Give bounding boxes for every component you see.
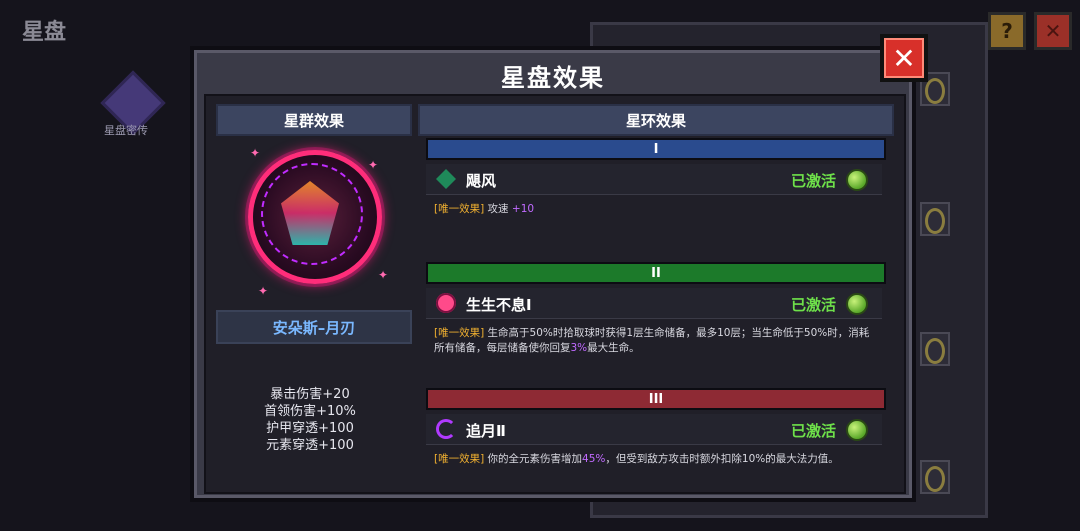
skill-name: 飓风 xyxy=(466,172,497,190)
constellation-name: 安朵斯–月刃 xyxy=(216,310,412,344)
wind-icon xyxy=(436,169,456,189)
sparkle-icon: ✦ xyxy=(250,146,261,160)
unique-effect-tag: [唯一效果] xyxy=(434,453,485,465)
desc-text: 你的全元素伤害增加 xyxy=(487,453,583,465)
moon-icon xyxy=(436,419,456,439)
unique-effect-tag: [唯一效果] xyxy=(434,327,485,339)
constellation-emblem-icon xyxy=(248,150,382,284)
desc-highlight: 3% xyxy=(570,342,588,354)
sparkle-icon: ✦ xyxy=(258,284,269,298)
unique-effect-tag: [唯一效果] xyxy=(434,203,485,215)
background-close-button[interactable]: ✕ xyxy=(1034,12,1072,50)
help-button[interactable]: ? xyxy=(988,12,1026,50)
sparkle-icon: ✦ xyxy=(378,268,389,282)
ring-effect-row[interactable]: 飓风 已激活 xyxy=(426,164,882,195)
status-label: 已激活 xyxy=(790,172,836,190)
coin-slot-icon xyxy=(920,460,950,494)
desc-highlight: 45% xyxy=(582,453,606,465)
desc-highlight: +10 xyxy=(511,203,535,215)
effect-description: [唯一效果] 你的全元素伤害增加45%，但受到敌方攻击时额外扣除10%的最大法力… xyxy=(434,452,874,467)
status-label: 已激活 xyxy=(790,296,836,314)
skill-name: 生生不息Ⅰ xyxy=(466,296,532,314)
ring-effects-panel: 星环效果 I 飓风 已激活 [唯一效果] 攻速 +10 II 生生不息Ⅰ 已激活 xyxy=(418,98,900,488)
effect-description: [唯一效果] 生命高于50%时拾取球时获得1层生命储备，最多10层；当生命低于5… xyxy=(434,326,874,356)
constellation-stats: 暴击伤害+20 首领伤害+10% 护甲穿透+100 元素穿透+100 xyxy=(208,386,412,454)
dialog-body: 星群效果 ✦ ✦ ✦ ✦ 安朵斯–月刃 暴击伤害+20 首领伤害+10% 护甲穿… xyxy=(204,94,906,494)
active-indicator-icon xyxy=(846,293,868,315)
tier-banner-1: I xyxy=(426,138,886,160)
stat-line: 首领伤害+10% xyxy=(264,404,356,419)
stat-line: 护甲穿透+100 xyxy=(266,421,354,436)
tier-banner-2: II xyxy=(426,262,886,284)
sparkle-icon: ✦ xyxy=(368,158,379,172)
ring-effect-row[interactable]: 追月Ⅱ 已激活 xyxy=(426,414,882,445)
dialog-title: 星盘效果 xyxy=(501,64,605,92)
flower-icon xyxy=(436,293,456,313)
coin-slot-icon xyxy=(920,332,950,366)
ring-effects-header: 星环效果 xyxy=(418,104,894,136)
status-label: 已激活 xyxy=(790,422,836,440)
skill-name: 追月Ⅱ xyxy=(466,422,506,440)
tier-banner-3: III xyxy=(426,388,886,410)
active-indicator-icon xyxy=(846,169,868,191)
constellation-header: 星群效果 xyxy=(216,104,412,136)
star-chart-lore-label: 星盘密传 xyxy=(104,124,148,137)
background-title: 星盘 xyxy=(22,20,67,45)
effect-description: [唯一效果] 攻速 +10 xyxy=(434,202,874,217)
constellation-panel: 星群效果 ✦ ✦ ✦ ✦ 安朵斯–月刃 暴击伤害+20 首领伤害+10% 护甲穿… xyxy=(208,98,412,488)
stat-line: 元素穿透+100 xyxy=(266,438,354,453)
desc-text: 攻速 xyxy=(487,203,509,215)
coin-slot-icon xyxy=(920,202,950,236)
stat-line: 暴击伤害+20 xyxy=(270,387,350,402)
star-chart-effects-dialog: 星盘效果 ✕ 星群效果 ✦ ✦ ✦ ✦ 安朵斯–月刃 暴击伤害+20 首领伤害+… xyxy=(190,34,928,502)
desc-text: 生命高于50%时拾取球时获得1层生命储备，最多10层；当生命低于50%时，消耗所… xyxy=(434,327,870,354)
ring-effect-row[interactable]: 生生不息Ⅰ 已激活 xyxy=(426,288,882,319)
active-indicator-icon xyxy=(846,419,868,441)
desc-text: 最大生命。 xyxy=(587,342,640,354)
desc-text: ，但受到敌方攻击时额外扣除10%的最大法力值。 xyxy=(605,453,839,465)
close-button[interactable]: ✕ xyxy=(880,34,928,82)
